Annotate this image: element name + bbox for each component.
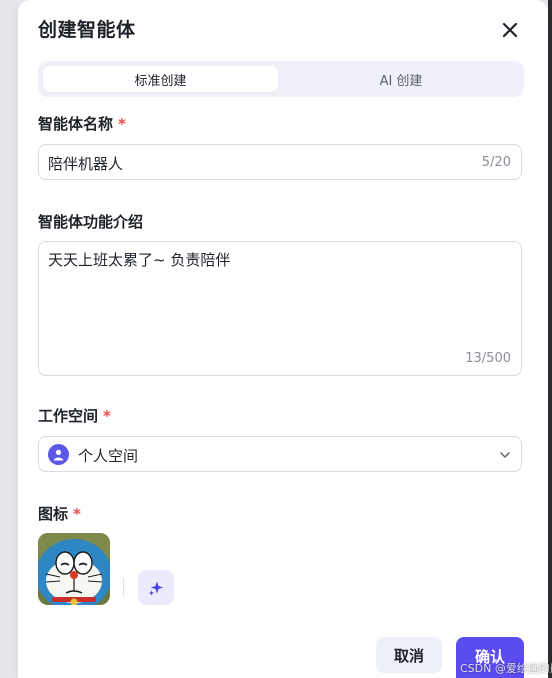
icon-divider	[123, 578, 124, 596]
csdn-watermark: CSDN @爱绘画的彤姐	[460, 662, 552, 675]
agent-name-label: 智能体名称 *	[38, 113, 126, 134]
agent-name-value: 陪伴机器人	[48, 155, 124, 173]
icon-label-text: 图标	[38, 505, 69, 523]
agent-name-label-text: 智能体名称	[38, 115, 114, 133]
dialog-title: 创建智能体	[38, 19, 136, 41]
agent-name-input[interactable]: 陪伴机器人 5/20	[38, 144, 522, 180]
required-mark: *	[103, 407, 111, 425]
workspace-select[interactable]: 个人空间	[38, 436, 522, 472]
agent-intro-value: 天天上班太累了~ 负责陪伴	[48, 251, 231, 269]
required-mark: *	[118, 115, 126, 133]
chevron-down-icon	[500, 452, 510, 458]
ai-generate-icon-button[interactable]	[138, 570, 174, 605]
agent-name-counter: 5/20	[481, 155, 511, 170]
screen: 创建智能体 标准创建 AI 创建 智能体名称 * 陪伴机器人 5/20 智能体功能…	[0, 0, 552, 678]
agent-intro-counter: 13/500	[465, 351, 511, 366]
create-agent-dialog: 创建智能体 标准创建 AI 创建 智能体名称 * 陪伴机器人 5/20 智能体功能…	[18, 0, 552, 678]
create-mode-tabs: 标准创建 AI 创建	[38, 61, 524, 97]
tab-standard-create[interactable]: 标准创建	[43, 66, 278, 92]
agent-icon-image[interactable]	[38, 533, 110, 605]
user-icon	[48, 444, 69, 465]
workspace-selected-value: 个人空间	[78, 447, 139, 465]
required-mark: *	[73, 505, 81, 523]
agent-intro-textarea[interactable]: 天天上班太累了~ 负责陪伴 13/500	[38, 241, 522, 376]
background-panel-right	[548, 0, 552, 678]
workspace-label-text: 工作空间	[38, 407, 99, 425]
icon-label: 图标 *	[38, 503, 81, 524]
close-button[interactable]	[496, 16, 524, 44]
sparkle-icon	[149, 581, 163, 595]
background-panel-left	[0, 0, 18, 678]
tab-ai-create[interactable]: AI 创建	[283, 66, 519, 92]
doraemon-avatar	[38, 533, 110, 605]
agent-intro-label: 智能体功能介绍	[38, 213, 144, 231]
workspace-label: 工作空间 *	[38, 405, 111, 426]
close-icon	[502, 22, 518, 38]
cancel-button[interactable]: 取消	[376, 637, 442, 673]
